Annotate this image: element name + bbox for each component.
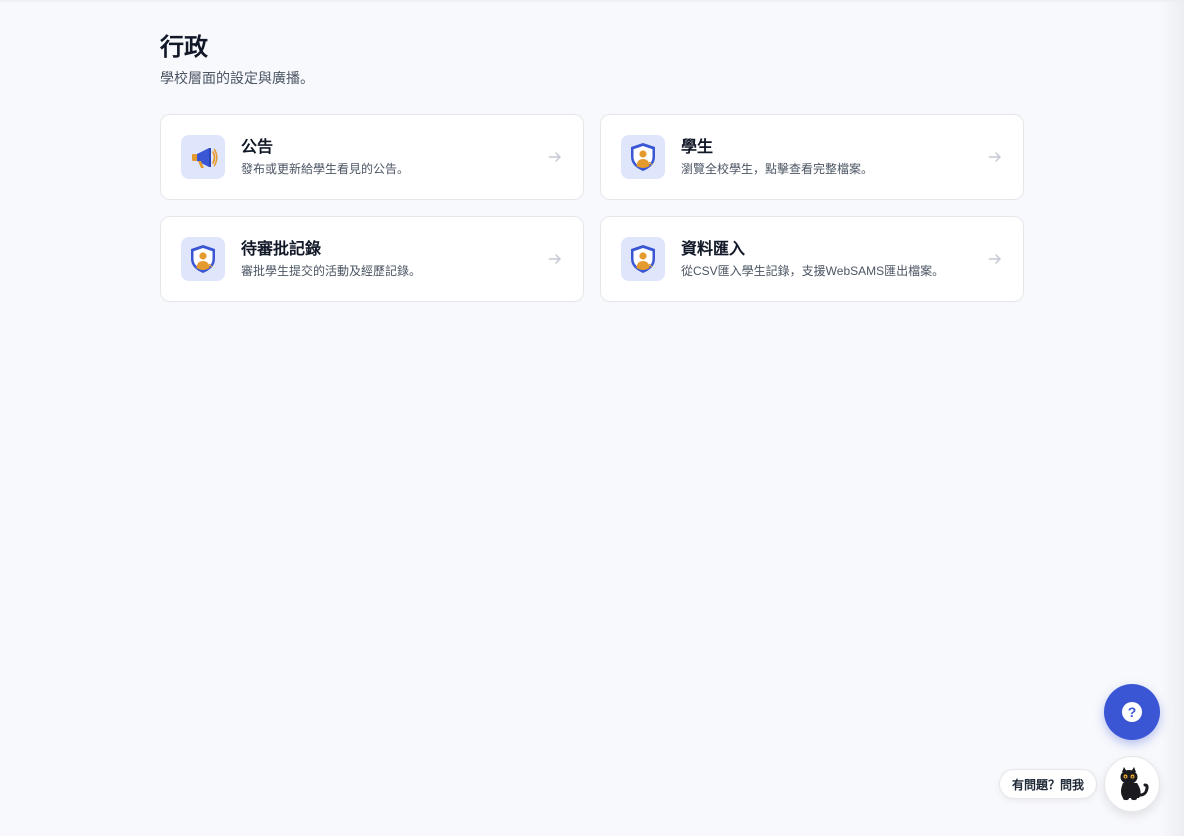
students-card[interactable]: 學生 瀏覽全校學生，點擊查看完整檔案。 (600, 114, 1024, 200)
ask-assistant-label[interactable]: 有問題？問我 (999, 769, 1098, 799)
announcements-card[interactable]: 公告 發布或更新給學生看見的公告。 (160, 114, 584, 200)
card-description: 瀏覽全校學生，點擊查看完整檔案。 (681, 162, 874, 176)
black-cat-icon (1120, 767, 1149, 801)
card-title: 學生 (681, 139, 714, 156)
arrow-right-icon (988, 254, 1001, 264)
assistant-button[interactable] (1104, 756, 1160, 812)
card-title: 資料匯入 (681, 241, 746, 258)
card-description: 審批學生提交的活動及經歷記錄。 (241, 264, 422, 278)
shield-student-icon (621, 237, 665, 281)
arrow-right-icon (548, 152, 561, 162)
admin-page: 行政 學校層面的設定與廣播。 公告 發布或更新給學生看見的公告。 學生 瀏覽全校… (160, 32, 1024, 302)
megaphone-icon (181, 135, 225, 179)
arrow-right-icon (548, 254, 561, 264)
card-description: 從CSV匯入學生記錄，支援WebSAMS匯出檔案。 (681, 264, 945, 278)
shield-student-icon (181, 237, 225, 281)
top-border (0, 0, 1184, 2)
card-description: 發布或更新給學生看見的公告。 (241, 162, 410, 176)
question-icon: ? (1122, 702, 1142, 722)
help-button[interactable]: ? (1104, 684, 1160, 740)
admin-card-grid: 公告 發布或更新給學生看見的公告。 學生 瀏覽全校學生，點擊查看完整檔案。 待審… (160, 114, 1024, 302)
page-title: 行政 (160, 34, 208, 61)
data-import-card[interactable]: 資料匯入 從CSV匯入學生記錄，支援WebSAMS匯出檔案。 (600, 216, 1024, 302)
card-title: 待審批記錄 (241, 241, 322, 258)
shield-student-icon (621, 135, 665, 179)
scrollbar-shadow (1160, 0, 1184, 836)
card-title: 公告 (241, 139, 274, 156)
arrow-right-icon (988, 152, 1001, 162)
page-subtitle: 學校層面的設定與廣播。 (160, 70, 314, 86)
pending-approvals-card[interactable]: 待審批記錄 審批學生提交的活動及經歷記錄。 (160, 216, 584, 302)
